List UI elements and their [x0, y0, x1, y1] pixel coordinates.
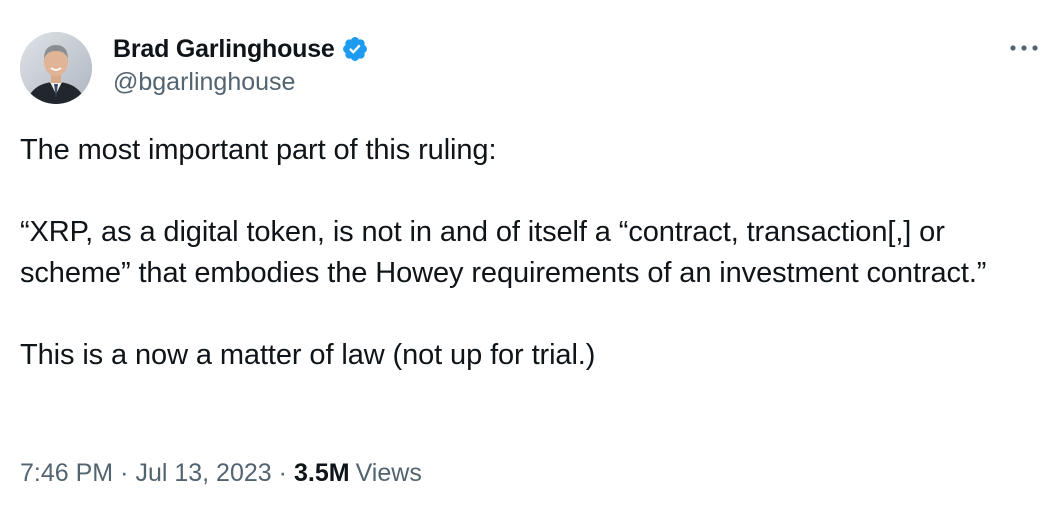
- tweet: Brad Garlinghouse @bgarlinghouse The mos…: [0, 0, 1058, 512]
- more-options-button[interactable]: [1004, 34, 1044, 62]
- views-count: 3.5M: [293, 459, 350, 487]
- tweet-timestamp[interactable]: 7:46 PM · Jul 13, 2023: [20, 459, 272, 488]
- avatar[interactable]: [20, 32, 92, 104]
- tweet-metadata: 7:46 PM · Jul 13, 2023 · 3.5M Views: [20, 459, 422, 488]
- author-name-row: Brad Garlinghouse: [113, 32, 369, 66]
- tweet-text: The most important part of this ruling: …: [20, 130, 1030, 376]
- tweet-date: Jul 13, 2023: [135, 459, 272, 487]
- separator-dot: ·: [120, 459, 129, 487]
- avatar-image: [20, 32, 92, 104]
- tweet-paragraph: This is a now a matter of law (not up fo…: [20, 339, 596, 371]
- author-name[interactable]: Brad Garlinghouse: [113, 35, 335, 64]
- separator-dot: ·: [278, 459, 287, 487]
- views-label: Views: [355, 459, 422, 487]
- tweet-paragraph: “XRP, as a digital token, is not in and …: [20, 216, 987, 289]
- verified-badge-icon: [341, 35, 369, 63]
- ellipsis-icon: [1010, 45, 1038, 51]
- tweet-time: 7:46 PM: [20, 459, 114, 487]
- author-handle[interactable]: @bgarlinghouse: [113, 68, 295, 97]
- tweet-paragraph: The most important part of this ruling:: [20, 134, 497, 166]
